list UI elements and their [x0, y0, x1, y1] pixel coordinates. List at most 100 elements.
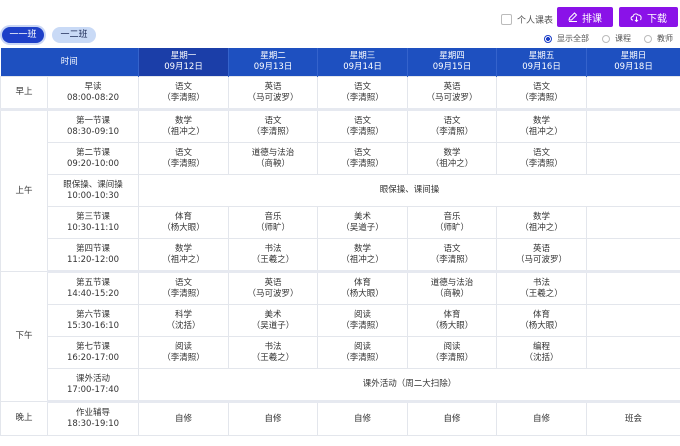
subject-name: 美术 [354, 211, 372, 222]
period-cell: 第三节课 10:30-11:10 [46, 206, 140, 239]
lesson-cell[interactable]: 语文 （李清照） [317, 109, 409, 143]
lesson-cell[interactable]: 科学 （沈括） [138, 304, 230, 337]
subject-name: 阅读 [443, 341, 461, 352]
teacher-name: （杨大眼） [162, 222, 205, 233]
lesson-cell[interactable] [586, 142, 680, 175]
lesson-cell[interactable]: 音乐 （师旷） [228, 206, 319, 239]
lesson-cell[interactable]: 语文 （李清照） [138, 271, 230, 305]
lesson-cell[interactable]: 自修 [317, 401, 409, 436]
subject-name: 道德与法治 [251, 147, 295, 158]
subject-name: 数学 [175, 115, 193, 126]
lesson-cell[interactable]: 书法 （王羲之） [228, 238, 319, 273]
lesson-cell[interactable]: 书法 （王羲之） [228, 336, 319, 369]
lesson-cell[interactable]: 数学 （祖冲之） [496, 206, 588, 239]
lesson-cell[interactable] [586, 206, 680, 239]
lesson-cell[interactable]: 数学 （祖冲之） [138, 109, 230, 143]
teacher-name: （王羲之） [251, 352, 295, 363]
radio-teacher[interactable]: 教师 [644, 33, 673, 44]
download-button[interactable]: 下载 [619, 7, 678, 27]
lesson-cell[interactable]: 体育 （杨大眼） [407, 304, 498, 337]
subject-name: 体育 [354, 277, 372, 288]
lesson-cell[interactable]: 英语 （马可波罗） [407, 76, 498, 111]
teacher-name: （沈括） [524, 352, 559, 363]
lesson-cell[interactable]: 阅读 （李清照） [317, 304, 409, 337]
lesson-cell[interactable]: 数学 （祖冲之） [317, 238, 409, 273]
lesson-cell[interactable]: 道德与法治 （商鞅） [407, 271, 498, 305]
lesson-cell[interactable]: 英语 （马可波罗） [228, 76, 319, 111]
lesson-cell[interactable]: 编程 （沈括） [496, 336, 588, 369]
lesson-cell[interactable]: 语文 （李清照） [138, 142, 230, 175]
lesson-cell[interactable]: 美术 （吴道子） [228, 304, 319, 337]
lesson-cell[interactable]: 数学 （祖冲之） [496, 109, 588, 143]
teacher-name: （李清照） [341, 320, 384, 331]
lesson-cell[interactable] [586, 238, 680, 273]
teacher-name: （李清照） [162, 158, 205, 169]
lesson-cell[interactable]: 阅读 （李清照） [138, 336, 230, 369]
subject-name: 语文 [175, 277, 193, 288]
lesson-cell[interactable]: 书法 （王羲之） [496, 271, 588, 305]
lesson-cell[interactable] [586, 76, 680, 111]
lesson-cell[interactable]: 语文 （李清照） [228, 109, 319, 143]
subject-name: 数学 [175, 243, 193, 254]
lesson-cell[interactable]: 自修 [407, 401, 498, 436]
tab-class-1-2[interactable]: 一二班 [52, 27, 96, 43]
schedule-button[interactable]: 排课 [557, 7, 613, 27]
lesson-cell[interactable]: 数学 （祖冲之） [138, 238, 230, 273]
segment-label: 晚上 [0, 401, 48, 436]
header-time: 时间 [0, 48, 140, 77]
lesson-cell[interactable]: 英语 （马可波罗） [496, 238, 588, 273]
table-row: 第七节课 16:20-17:00 阅读 （李清照） 书法 （王羲之） 阅读 （李清照） 阅读（… [1, 336, 680, 369]
lesson-cell[interactable]: 道德与法治 （商鞅） [228, 142, 319, 175]
personal-schedule-toggle[interactable]: 个人课表 [501, 13, 553, 26]
lesson-cell[interactable]: 语文 （李清照） [138, 76, 230, 111]
lesson-cell[interactable]: 体育 （杨大眼） [496, 304, 588, 337]
lesson-cell[interactable]: 阅读 （李清照） [317, 336, 409, 369]
lesson-cell[interactable]: 语文 （李清照） [496, 142, 588, 175]
radio-course[interactable]: 课程 [602, 33, 631, 44]
subject-name: 道德与法治 [430, 277, 474, 288]
teacher-name: （李清照） [430, 126, 474, 137]
lesson-cell[interactable]: 阅读 （李清照） [407, 336, 498, 369]
teacher-name: （李清照） [162, 92, 205, 103]
tab-class-1-1[interactable]: 一一班 [2, 27, 44, 43]
timetable: 时间 星期一 09月12日 星期二 09月13日 星期三 09月14日 星期四 09月1… [0, 48, 680, 436]
teacher-name: （吴道子） [341, 222, 384, 233]
subject-name: 阅读 [354, 341, 372, 352]
lesson-cell[interactable]: 数学 （祖冲之） [407, 142, 498, 175]
lesson-cell[interactable]: 美术 （吴道子） [317, 206, 409, 239]
lesson-cell[interactable]: 语文 （李清照） [407, 109, 498, 143]
subject-name: 数学 [533, 211, 551, 222]
table-row: 上午 第一节课 08:30-09:10 数学 （祖冲之） 语文 （李清照） 语文 （李清照）… [0, 109, 680, 272]
lesson-cell[interactable] [586, 271, 680, 305]
radio-show-all[interactable]: 显示全部 [544, 33, 589, 44]
lesson-cell[interactable]: 自修 [138, 401, 230, 436]
lesson-cell[interactable]: 体育 （杨大眼） [138, 206, 230, 239]
lesson-cell[interactable]: 自修 [228, 401, 319, 436]
lesson-cell[interactable]: 体育 （杨大眼） [317, 271, 409, 305]
header-day: 星期二 09月13日 [228, 48, 319, 77]
lesson-cell[interactable]: 英语 （马可波罗） [228, 271, 319, 305]
table-row: 第六节课 15:30-16:10 科学 （沈括） 美术 （吴道子） 阅读 （李清照） 体育 （杨… [1, 304, 680, 337]
lesson-cell[interactable] [586, 304, 680, 337]
lesson-cell[interactable]: 班会 [586, 401, 680, 436]
radio-dot-icon [644, 34, 652, 43]
lesson-cell[interactable]: 语文 （李清照） [407, 238, 498, 273]
lesson-cell[interactable]: 音乐 （师旷） [407, 206, 498, 239]
lesson-cell[interactable]: 自修 [496, 401, 588, 436]
teacher-name: （师旷） [256, 222, 291, 233]
table-row: 晚上 作业辅导 18:30-19:10 自修 自修 自修 自修 自修 班会 [0, 401, 680, 436]
teacher-name: （吴道子） [251, 320, 295, 331]
subject-name: 英语 [443, 81, 461, 92]
subject-name: 英语 [264, 277, 282, 288]
subject-name: 语文 [533, 81, 551, 92]
lesson-cell[interactable]: 语文 （李清照） [496, 76, 588, 111]
lesson-cell[interactable] [586, 336, 680, 369]
lesson-cell[interactable]: 语文 （李清照） [317, 76, 409, 111]
subject-name: 书法 [264, 341, 282, 352]
subject-name: 语文 [354, 115, 372, 126]
period-cell: 作业辅导 18:30-19:10 [46, 401, 140, 436]
teacher-name: （李清照） [341, 92, 384, 103]
lesson-cell[interactable]: 语文 （李清照） [317, 142, 409, 175]
lesson-cell[interactable] [586, 109, 680, 143]
personal-schedule-checkbox[interactable] [501, 14, 512, 25]
